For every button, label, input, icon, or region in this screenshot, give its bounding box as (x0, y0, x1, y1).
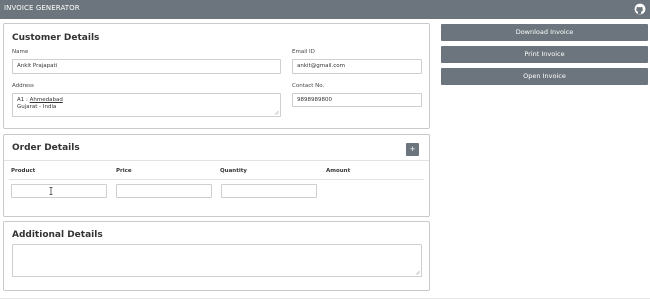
email-field[interactable]: ankit@gmail.com (292, 59, 422, 74)
customer-details-card: Customer Details Name Ankit Prajapati Em… (3, 23, 430, 129)
column-product: Product (11, 168, 36, 174)
additional-details-textarea[interactable] (12, 244, 422, 277)
add-item-button[interactable]: + (406, 143, 419, 156)
order-details-card: Order Details + Product Price Quantity A… (3, 134, 430, 217)
name-value: Ankit Prajapati (17, 63, 58, 69)
contact-field[interactable]: 9898989800 (292, 93, 422, 107)
email-value: ankit@gmail.com (297, 63, 345, 69)
quantity-input[interactable] (221, 184, 317, 198)
address-line-2: Gujarat - India (17, 104, 57, 110)
table-header-divider (9, 179, 424, 180)
name-label: Name (12, 49, 29, 55)
order-details-title: Order Details (12, 143, 80, 153)
email-label: Email ID (292, 49, 315, 55)
page-bottom-divider (0, 298, 650, 299)
resize-handle-icon[interactable] (274, 110, 279, 115)
contact-label: Contact No. (292, 83, 325, 89)
customer-details-title: Customer Details (12, 33, 100, 43)
open-invoice-button[interactable]: Open Invoice (441, 68, 648, 85)
order-divider (4, 160, 429, 161)
contact-value: 9898989800 (297, 97, 332, 103)
github-icon[interactable] (634, 3, 646, 15)
address-label: Address (12, 83, 34, 89)
app-title: INVOICE GENERATOR (4, 4, 80, 12)
name-field[interactable]: Ankit Prajapati (12, 59, 281, 74)
app-header: INVOICE GENERATOR (0, 0, 650, 19)
additional-details-title: Additional Details (12, 230, 103, 240)
address-line-1: A1 : Ahmedabad (17, 97, 63, 103)
column-price: Price (116, 168, 132, 174)
additional-details-card: Additional Details (3, 221, 430, 291)
download-invoice-button[interactable]: Download Invoice (441, 24, 648, 41)
resize-handle-icon[interactable] (415, 270, 420, 275)
product-input[interactable] (11, 184, 107, 198)
text-cursor-icon (49, 187, 53, 195)
print-invoice-button[interactable]: Print Invoice (441, 46, 648, 63)
column-quantity: Quantity (220, 168, 247, 174)
price-input[interactable] (116, 184, 212, 198)
address-city: Ahmedabad (29, 97, 63, 103)
column-amount: Amount (326, 168, 351, 174)
address-textarea[interactable]: A1 : Ahmedabad Gujarat - India (12, 93, 281, 117)
